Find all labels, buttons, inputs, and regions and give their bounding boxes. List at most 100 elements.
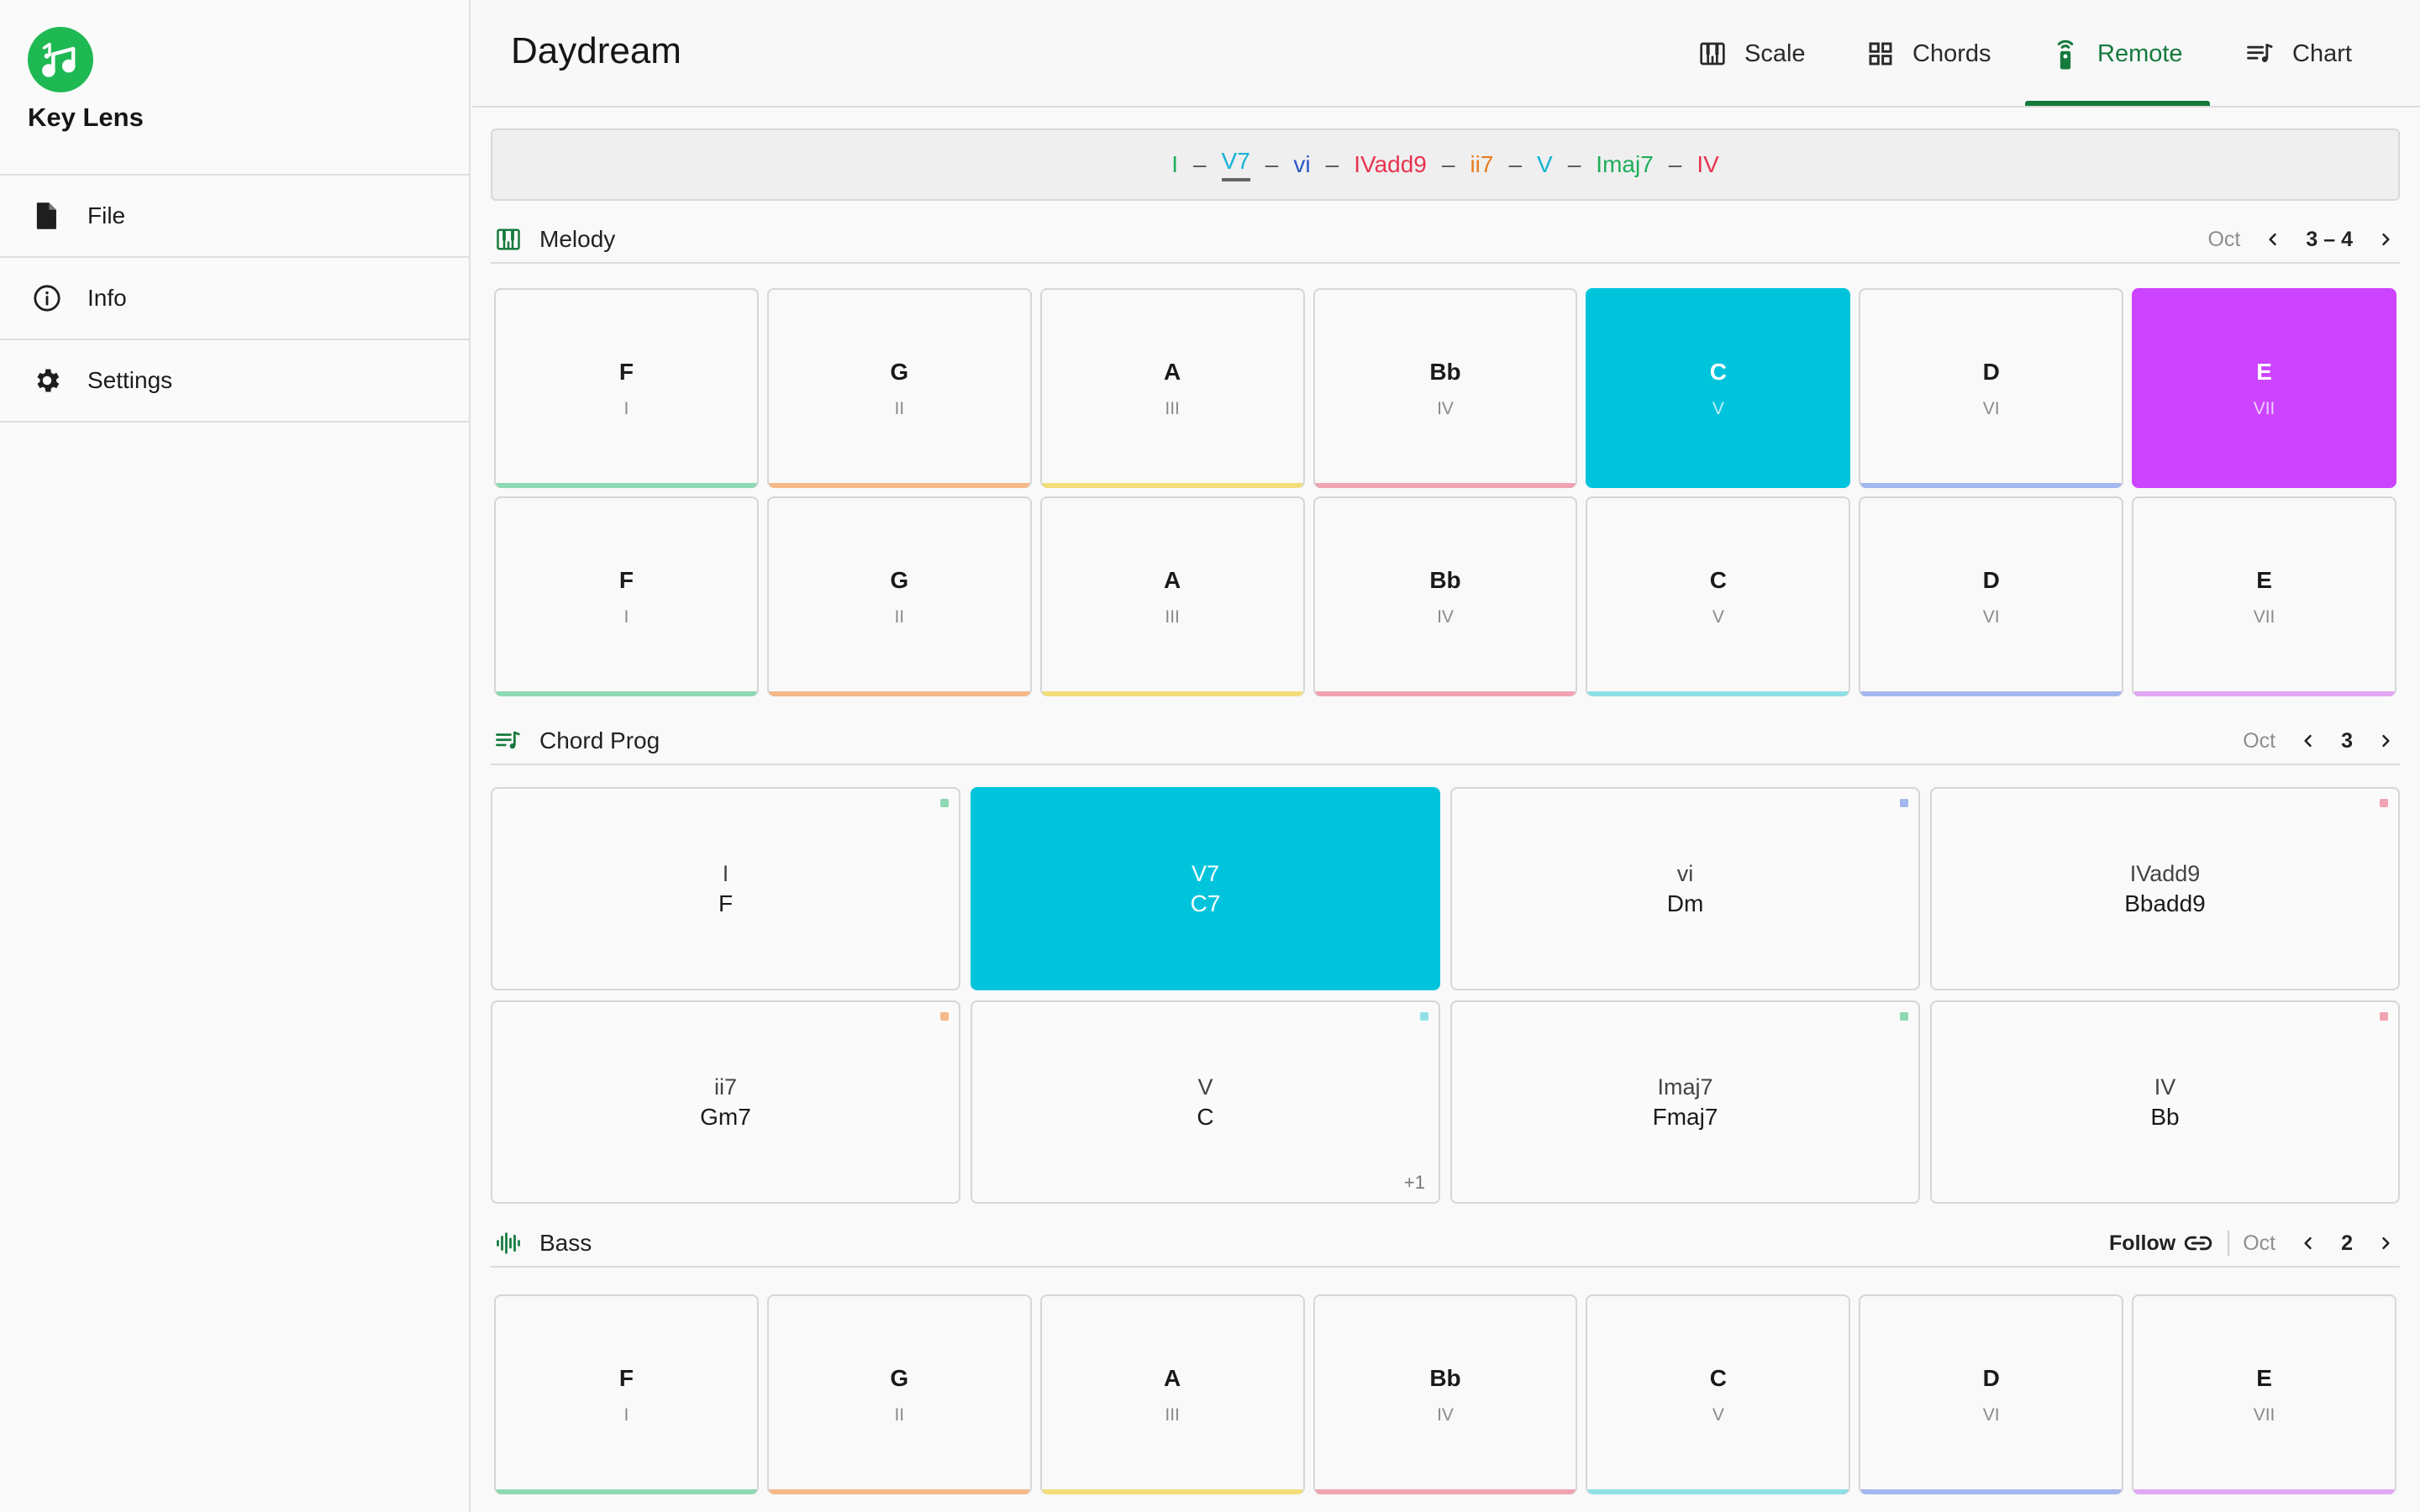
sidebar-item-settings[interactable]: Settings (0, 340, 469, 423)
note-name: F (618, 567, 634, 593)
note-name: F (618, 1365, 634, 1391)
chord-pad[interactable]: IF (491, 787, 960, 990)
progression-chord[interactable]: ii7 (1470, 151, 1493, 178)
note-pad[interactable]: FI (494, 496, 759, 696)
progression-separator: – (1567, 151, 1581, 177)
chord-pad[interactable]: IVadd9 Bbadd9 (1930, 787, 2400, 990)
note-pad[interactable]: A III (1039, 496, 1305, 696)
progression-separator: – (1441, 151, 1455, 177)
note-pad[interactable]: Bb IV (1313, 1294, 1578, 1494)
octave-control: Oct 3 (2243, 717, 2400, 764)
progression-chord[interactable]: I (1171, 151, 1178, 178)
section-title: Chord Prog (539, 727, 660, 753)
note-name: C (1709, 359, 1727, 385)
remote-icon (2050, 39, 2081, 70)
progression-chord[interactable]: V7 (1221, 148, 1250, 181)
chord-pad[interactable]: vi Dm (1450, 787, 1920, 990)
chord-name: C (1197, 1103, 1214, 1130)
note-degree: VII (2253, 607, 2275, 627)
note-pad[interactable]: G II (766, 496, 1032, 696)
follow-toggle[interactable]: Follow (2109, 1231, 2212, 1256)
octave-value: 2 (2341, 1231, 2353, 1255)
note-name: D (1982, 1365, 2000, 1391)
page-title: Daydream (511, 30, 681, 71)
grid-icon (1865, 39, 1896, 69)
note-degree: II (894, 607, 905, 627)
sidebar-item-info[interactable]: Info (0, 258, 469, 340)
note-degree: II (894, 399, 905, 418)
bass-grid: F I G II A III Bb IV C V D VI E VII (494, 1294, 2396, 1494)
note-pad[interactable]: A III (1039, 288, 1305, 488)
note-pad[interactable]: D VI (1859, 496, 2124, 696)
progression-separator: – (1325, 151, 1339, 177)
degree-color-stripe (1041, 1489, 1303, 1494)
progression-chord[interactable]: IV (1697, 151, 1718, 178)
note-pad[interactable]: D VI (1859, 1294, 2124, 1494)
chevron-left-icon[interactable] (2294, 727, 2323, 755)
octave-control: Oct 3 – 4 (2207, 216, 2400, 263)
tab-scale[interactable]: Scale (1697, 0, 1806, 108)
chord-pad[interactable]: ii7 Gm7 (491, 1000, 960, 1204)
chord-color-dot (1420, 1012, 1428, 1021)
progression-chord[interactable]: vi (1293, 151, 1310, 178)
note-pad[interactable]: CV (1586, 496, 1851, 696)
note-pad[interactable]: FI (494, 288, 759, 488)
chart-list-icon (494, 727, 523, 755)
chord-color-dot (1900, 799, 1908, 807)
note-pad[interactable]: E VII (2132, 496, 2396, 696)
note-pad[interactable]: CV (1586, 288, 1851, 488)
note-pad[interactable]: E VII (2132, 1294, 2396, 1494)
note-name: A (1164, 359, 1181, 385)
progression-chord[interactable]: V (1537, 151, 1553, 178)
progression-chord[interactable]: IVadd9 (1354, 151, 1427, 178)
tab-chart[interactable]: Chart (2245, 0, 2352, 108)
note-pad[interactable]: G II (766, 1294, 1032, 1494)
tab-label: Scale (1744, 39, 1806, 67)
chord-color-dot (2380, 799, 2388, 807)
chevron-left-icon[interactable] (2259, 225, 2287, 254)
brand: Key Lens (0, 0, 469, 176)
note-degree: VI (1982, 399, 2000, 418)
progression-bar: I – V7– vi – IVadd9– ii7– V – Imaj7– IV (491, 129, 2400, 201)
waveform-icon (494, 1229, 523, 1257)
piano-icon (1697, 39, 1728, 69)
note-name: E (2256, 567, 2272, 593)
octave-label: Oct (2243, 728, 2276, 753)
active-tab-indicator (2025, 101, 2210, 106)
music-notes-icon (28, 27, 93, 92)
progression-chord[interactable]: Imaj7 (1596, 151, 1653, 178)
note-degree: VII (2253, 399, 2275, 418)
note-pad[interactable]: FI (494, 1294, 759, 1494)
note-pad[interactable]: E VII (2132, 288, 2396, 488)
note-pad[interactable]: A III (1039, 1294, 1305, 1494)
degree-color-stripe (496, 691, 757, 696)
chord-pad[interactable]: IV Bb (1930, 1000, 2400, 1204)
chord-name: C7 (1190, 890, 1221, 916)
tab-chords[interactable]: Chords (1865, 0, 1991, 108)
note-pad[interactable]: D VI (1859, 288, 2124, 488)
note-degree: III (1165, 607, 1180, 627)
tab-label: Remote (2097, 39, 2183, 67)
top-bar: Daydream Scale Chords Remote Chart (472, 0, 2420, 108)
chord-roman-numeral: IVadd9 (2129, 860, 2201, 886)
note-degree: VI (1982, 1405, 2000, 1425)
chevron-left-icon[interactable] (2294, 1229, 2323, 1257)
chord-color-dot (940, 799, 949, 807)
note-degree: I (623, 607, 629, 627)
note-pad[interactable]: Bb IV (1313, 496, 1578, 696)
note-pad[interactable]: CV (1586, 1294, 1851, 1494)
chord-pad[interactable]: V C +1 (971, 1000, 1440, 1204)
chevron-right-icon[interactable] (2371, 1229, 2400, 1257)
tab-remote[interactable]: Remote (2050, 0, 2183, 108)
note-pad[interactable]: G II (766, 288, 1032, 488)
chord-pad[interactable]: Imaj7 Fmaj7 (1450, 1000, 1920, 1204)
note-degree: I (623, 1405, 629, 1425)
chord-name: Dm (1666, 890, 1704, 916)
note-degree: IV (1437, 607, 1454, 627)
chevron-right-icon[interactable] (2371, 225, 2400, 254)
sidebar-item-file[interactable]: File (0, 176, 469, 258)
chevron-right-icon[interactable] (2371, 727, 2400, 755)
chord-name: Gm7 (700, 1103, 751, 1130)
chord-pad[interactable]: V7 C7 (971, 787, 1440, 990)
note-pad[interactable]: Bb IV (1313, 288, 1578, 488)
